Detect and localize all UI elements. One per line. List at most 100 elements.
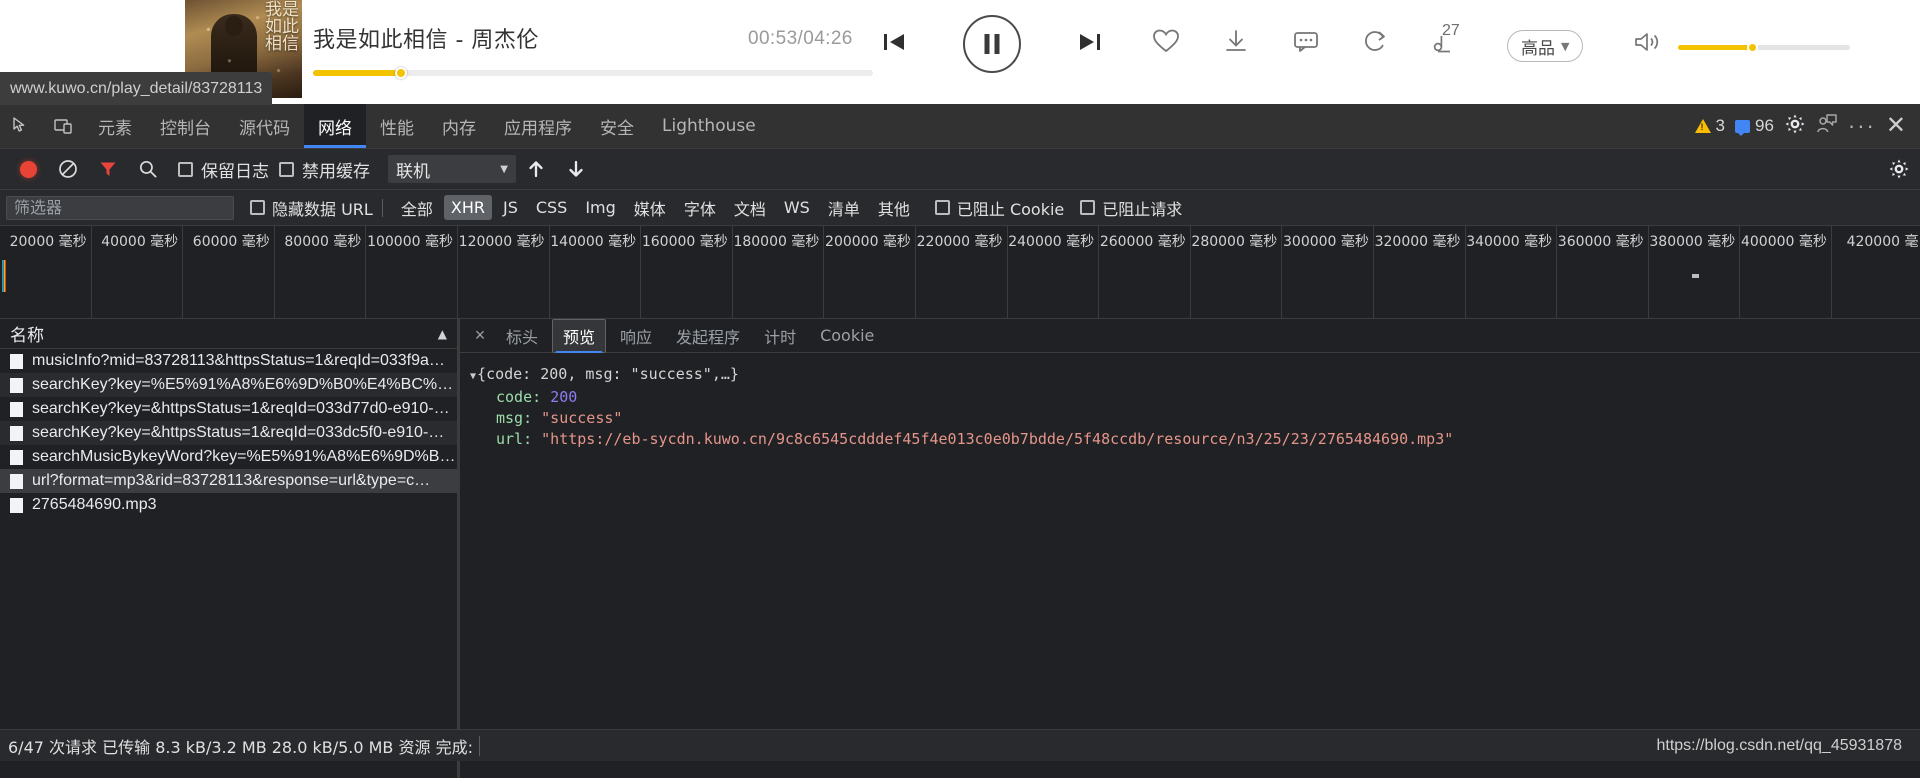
volume-knob[interactable]: [1746, 42, 1758, 53]
hide-data-urls-checkbox[interactable]: 隐藏数据 URL: [250, 196, 373, 220]
volume-icon[interactable]: [1633, 29, 1661, 60]
tab-sources[interactable]: 源代码: [225, 104, 304, 148]
tab-memory[interactable]: 内存: [428, 104, 490, 148]
pane-resize-handle[interactable]: [457, 319, 460, 778]
timeline-tick: 200000 毫秒: [824, 226, 916, 318]
detail-tab-preview[interactable]: 预览: [552, 318, 607, 353]
table-row-selected[interactable]: url?format=mp3&rid=83728113&response=url…: [0, 469, 459, 493]
filter-type-all[interactable]: 全部: [394, 193, 440, 223]
search-icon[interactable]: [128, 149, 168, 190]
json-field-row: url: "https://eb-sycdn.kuwo.cn/9c8c6545c…: [470, 429, 1920, 450]
device-toolbar-icon[interactable]: [42, 104, 84, 148]
timeline-tick: 400000 毫秒: [1740, 226, 1832, 318]
tab-console[interactable]: 控制台: [146, 104, 225, 148]
tab-security[interactable]: 安全: [586, 104, 648, 148]
filter-type-media[interactable]: 媒体: [627, 193, 673, 223]
filter-type-js[interactable]: JS: [496, 195, 525, 220]
request-type-icon: [10, 353, 23, 369]
blocked-cookies-checkbox[interactable]: 已阻止 Cookie: [934, 196, 1064, 220]
filter-toggle-button[interactable]: [88, 149, 128, 190]
filter-input[interactable]: [6, 195, 234, 220]
filter-type-ws[interactable]: WS: [777, 195, 817, 220]
next-track-icon[interactable]: [1076, 30, 1102, 54]
quality-label: 高品: [1521, 38, 1555, 59]
detail-tab-headers[interactable]: 标头: [496, 320, 548, 352]
filter-type-manifest[interactable]: 清单: [821, 193, 867, 223]
tick-label: 300000 毫秒: [1283, 234, 1369, 250]
network-overview-timeline[interactable]: 20000 毫秒 40000 毫秒 60000 毫秒 80000 毫秒 1000…: [0, 226, 1920, 319]
tab-network[interactable]: 网络: [304, 104, 366, 148]
timeline-tick: 60000 毫秒: [183, 226, 275, 318]
request-type-icon: [10, 497, 23, 513]
record-icon: [19, 160, 37, 178]
json-summary-row[interactable]: ▼{code: 200, msg: "success",…}: [470, 364, 1920, 387]
detail-tab-response[interactable]: 响应: [610, 320, 662, 352]
sort-arrow-icon: ▲: [437, 326, 447, 341]
download-icon[interactable]: [1222, 28, 1250, 54]
throttling-select[interactable]: 联机 ▼: [388, 155, 516, 183]
warning-count-badge[interactable]: 3: [1694, 116, 1725, 136]
timeline-tick: 180000 毫秒: [733, 226, 825, 318]
tab-performance[interactable]: 性能: [366, 104, 428, 148]
warning-count: 3: [1715, 116, 1725, 135]
heart-icon[interactable]: [1152, 28, 1180, 54]
inspect-element-icon[interactable]: [0, 104, 42, 148]
export-har-icon[interactable]: [556, 149, 596, 190]
table-row[interactable]: searchKey?key=%E5%91%A8%E6%9D%B0%E4%BC%A…: [0, 373, 459, 397]
previous-track-icon[interactable]: [882, 30, 908, 54]
feedback-icon[interactable]: [1816, 113, 1838, 140]
json-summary-key-2: msg:: [585, 365, 622, 383]
close-icon[interactable]: ×: [468, 325, 492, 346]
tick-label: 220000 毫秒: [916, 234, 1003, 250]
request-list-header[interactable]: 名称 ▲: [0, 319, 459, 349]
clear-button[interactable]: [48, 149, 88, 190]
lyrics-count-badge: 27: [1442, 22, 1460, 39]
pause-icon[interactable]: [963, 15, 1021, 73]
tab-lighthouse[interactable]: Lighthouse: [648, 104, 770, 148]
detail-tab-cookies[interactable]: Cookie: [810, 322, 884, 349]
tab-label: 网络: [318, 118, 352, 139]
detail-tab-timing[interactable]: 计时: [754, 320, 806, 352]
table-row[interactable]: musicInfo?mid=83728113&httpsStatus=1&req…: [0, 349, 459, 373]
tick-label: 360000 毫秒: [1557, 234, 1644, 250]
filter-type-css[interactable]: CSS: [529, 195, 574, 220]
blocked-requests-checkbox[interactable]: 已阻止请求: [1080, 196, 1182, 220]
network-settings-button[interactable]: [1888, 158, 1910, 180]
timeline-tick: 300000 毫秒: [1282, 226, 1374, 318]
message-count-badge[interactable]: 96: [1734, 116, 1774, 136]
filter-type-font[interactable]: 字体: [677, 193, 723, 223]
tab-elements[interactable]: 元素: [84, 104, 146, 148]
volume-slider[interactable]: [1678, 42, 1850, 53]
disable-cache-checkbox[interactable]: 禁用缓存: [279, 157, 370, 182]
comment-icon[interactable]: [1292, 28, 1320, 54]
timeline-tick: 380000 毫秒: [1649, 226, 1741, 318]
table-row[interactable]: searchKey?key=&httpsStatus=1&reqId=033dc…: [0, 421, 459, 445]
gear-icon[interactable]: [1784, 113, 1806, 140]
detail-tab-initiator[interactable]: 发起程序: [666, 320, 750, 352]
checkbox-box: [1080, 200, 1096, 215]
filter-type-other[interactable]: 其他: [871, 193, 917, 223]
import-har-icon[interactable]: [516, 149, 556, 190]
table-row[interactable]: 2765484690.mp3: [0, 493, 459, 517]
checkbox-box: [178, 161, 193, 177]
json-summary-key-1: code:: [486, 365, 532, 383]
quality-selector[interactable]: 高品 ▼: [1507, 30, 1584, 62]
detail-tabbar: × 标头 预览 响应 发起程序 计时 Cookie: [460, 318, 1920, 353]
record-button[interactable]: [8, 149, 48, 190]
table-row[interactable]: searchKey?key=&httpsStatus=1&reqId=033d7…: [0, 397, 459, 421]
more-options-icon[interactable]: ···: [1848, 115, 1876, 137]
repeat-icon[interactable]: [1362, 28, 1390, 54]
progress-slider[interactable]: [313, 67, 873, 79]
table-row[interactable]: searchMusicBykeyWord?key=%E5%91%A8%E6%9D…: [0, 445, 459, 469]
request-type-icon: [10, 377, 23, 393]
close-icon[interactable]: ✕: [1886, 114, 1906, 138]
filter-type-img[interactable]: Img: [578, 195, 622, 220]
track-title: 我是如此相信 - 周杰伦: [313, 28, 539, 53]
tab-application[interactable]: 应用程序: [490, 104, 586, 148]
preserve-log-checkbox[interactable]: 保留日志: [178, 157, 269, 182]
expand-triangle-icon[interactable]: ▼: [470, 371, 476, 382]
progress-knob[interactable]: [395, 67, 408, 79]
filter-type-xhr[interactable]: XHR: [443, 195, 492, 220]
time-readout: 00:53/04:26: [748, 28, 853, 49]
filter-type-doc[interactable]: 文档: [727, 193, 773, 223]
